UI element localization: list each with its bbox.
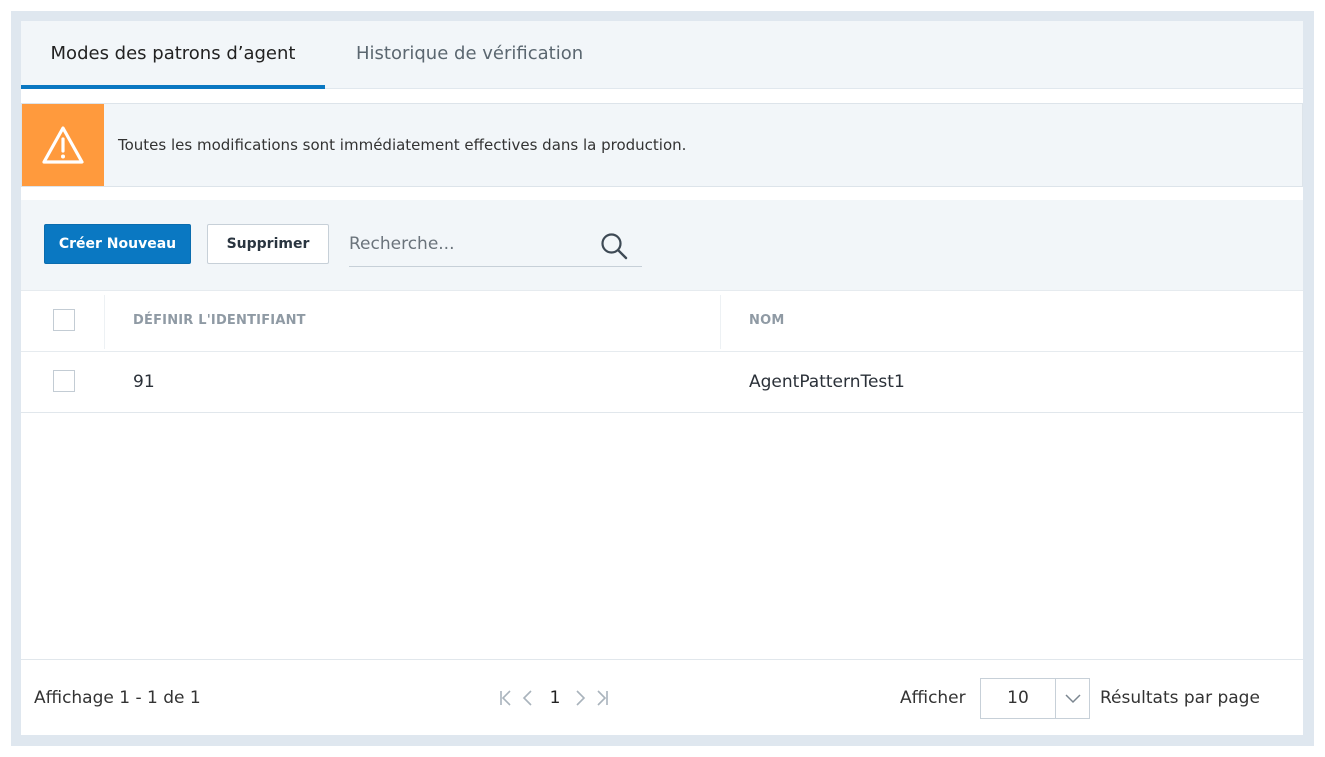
showing-count: Affichage 1 - 1 de 1	[34, 688, 201, 708]
page-size-select[interactable]: 10	[980, 678, 1090, 719]
current-page[interactable]: 1	[548, 660, 562, 736]
last-page-icon[interactable]	[593, 687, 611, 709]
tab-bar: Modes des patrons d’agent Historique de …	[21, 21, 1303, 89]
tab-agent-patterns[interactable]: Modes des patrons d’agent	[21, 21, 325, 89]
warning-text: Toutes les modifications sont immédiatem…	[118, 136, 687, 154]
warning-triangle-icon	[42, 126, 84, 164]
row-checkbox[interactable]	[53, 370, 75, 392]
search-icon[interactable]	[599, 231, 629, 261]
column-separator	[720, 295, 721, 349]
delete-button[interactable]: Supprimer	[207, 224, 329, 264]
cell-name: AgentPatternTest1	[749, 372, 905, 392]
search-input[interactable]	[349, 224, 594, 264]
warning-icon-box	[22, 104, 104, 186]
toolbar: Créer Nouveau Supprimer	[21, 200, 1303, 290]
cell-id: 91	[133, 372, 155, 392]
page-size-value: 10	[1007, 688, 1029, 708]
show-label: Afficher	[900, 688, 966, 708]
prev-page-icon[interactable]	[519, 687, 537, 709]
column-header-id[interactable]: DÉFINIR L'IDENTIFIANT	[133, 291, 306, 351]
create-new-button[interactable]: Créer Nouveau	[44, 224, 191, 264]
warning-banner: Toutes les modifications sont immédiatem…	[21, 103, 1303, 187]
select-divider	[1055, 679, 1056, 718]
per-page-label: Résultats par page	[1100, 688, 1260, 708]
table-header: DÉFINIR L'IDENTIFIANT NOM	[21, 290, 1303, 352]
main-panel: Modes des patrons d’agent Historique de …	[21, 21, 1303, 735]
data-table: DÉFINIR L'IDENTIFIANT NOM 91 AgentPatter…	[21, 290, 1303, 413]
table-row[interactable]: 91 AgentPatternTest1	[21, 352, 1303, 413]
select-all-checkbox[interactable]	[53, 309, 75, 331]
next-page-icon[interactable]	[571, 687, 589, 709]
chevron-down-icon[interactable]	[1064, 691, 1082, 707]
tab-audit-history[interactable]: Historique de vérification	[356, 21, 583, 89]
pagination-footer: Affichage 1 - 1 de 1 1 Afficher 10 Résul…	[21, 659, 1303, 735]
column-separator	[104, 295, 105, 349]
search-box	[349, 224, 642, 267]
first-page-icon[interactable]	[497, 687, 515, 709]
column-header-name[interactable]: NOM	[749, 291, 784, 351]
